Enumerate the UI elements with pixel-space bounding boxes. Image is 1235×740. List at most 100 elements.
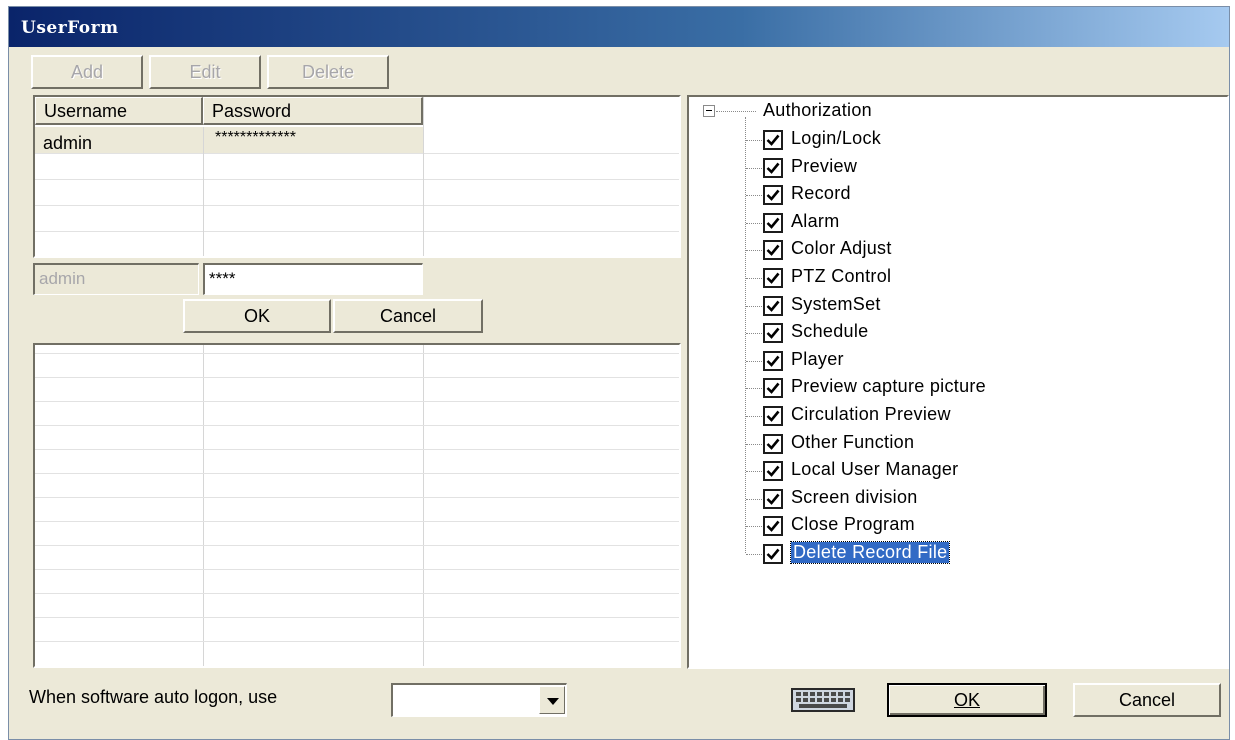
tree-item[interactable]: Alarm — [689, 210, 1209, 236]
tree-collapse-icon[interactable] — [703, 105, 715, 117]
username-cell: admin — [43, 133, 93, 153]
permission-checkbox[interactable] — [763, 489, 783, 509]
tree-item-connector — [746, 333, 762, 334]
tree-root-label[interactable]: Authorization — [763, 100, 872, 121]
tree-item-connector — [746, 471, 762, 472]
tree-item[interactable]: SystemSet — [689, 293, 1209, 319]
permission-checkbox[interactable] — [763, 130, 783, 150]
checkmark-icon — [766, 327, 780, 339]
tree-item[interactable]: Color Adjust — [689, 237, 1209, 263]
row-divider — [35, 593, 679, 594]
tree-item[interactable]: PTZ Control — [689, 265, 1209, 291]
column-divider — [203, 127, 204, 256]
tree-item[interactable]: Delete Record File — [689, 541, 1209, 567]
delete-button[interactable]: Delete — [267, 55, 389, 89]
permission-checkbox[interactable] — [763, 378, 783, 398]
dialog-cancel-button[interactable]: Cancel — [1073, 683, 1221, 717]
add-button[interactable]: Add — [31, 55, 143, 89]
permission-label: Close Program — [791, 514, 915, 534]
permission-label: Local User Manager — [791, 459, 959, 479]
permission-label: Alarm — [791, 211, 840, 231]
window-title: UserForm — [21, 18, 119, 38]
row-divider — [35, 425, 679, 426]
permission-checkbox[interactable] — [763, 406, 783, 426]
permission-checkbox[interactable] — [763, 323, 783, 343]
checkmark-icon — [766, 438, 780, 450]
permission-label: Login/Lock — [791, 128, 882, 148]
permission-label: Schedule — [791, 321, 869, 341]
column-header-password[interactable]: Password — [203, 97, 423, 125]
tree-item-connector — [746, 526, 762, 527]
row-divider — [35, 521, 679, 522]
title-bar[interactable]: UserForm — [9, 7, 1229, 47]
permission-label: Preview — [791, 156, 858, 176]
users-table[interactable]: Username Password admin ************* — [33, 95, 681, 258]
cancel-label: Cancel — [1118, 690, 1176, 710]
permission-label: Circulation Preview — [791, 404, 951, 424]
tree-item[interactable]: Player — [689, 348, 1209, 374]
checkmark-icon — [766, 493, 780, 505]
tree-item[interactable]: Preview — [689, 155, 1209, 181]
row-divider — [35, 231, 679, 232]
column-header-username[interactable]: Username — [35, 97, 203, 125]
autologon-label: When software auto logon, use — [29, 687, 278, 707]
permission-checkbox[interactable] — [763, 351, 783, 371]
tree-item[interactable]: Preview capture picture — [689, 375, 1209, 401]
checkmark-icon — [766, 548, 780, 560]
userform-window: UserForm Add Edit Delete Username Passwo… — [8, 6, 1230, 740]
permission-checkbox[interactable] — [763, 158, 783, 178]
permission-checkbox[interactable] — [763, 240, 783, 260]
tree-item[interactable]: Screen division — [689, 486, 1209, 512]
tree-item-connector — [746, 444, 762, 445]
edit-ok-button[interactable]: OK — [183, 299, 331, 333]
password-edit-field[interactable]: **** — [203, 263, 423, 295]
row-divider — [35, 179, 679, 180]
permission-checkbox[interactable] — [763, 516, 783, 536]
checkmark-icon — [766, 410, 780, 422]
row-divider — [35, 401, 679, 402]
minus-glyph — [706, 110, 712, 111]
tree-item[interactable]: Schedule — [689, 320, 1209, 346]
tree-item-connector — [746, 361, 762, 362]
checkmark-icon — [766, 465, 780, 477]
permission-checkbox[interactable] — [763, 544, 783, 564]
chevron-down-icon[interactable] — [539, 686, 565, 714]
username-edit-field[interactable]: admin — [33, 263, 199, 295]
permission-checkbox[interactable] — [763, 213, 783, 233]
permission-checkbox[interactable] — [763, 434, 783, 454]
autologon-user-select[interactable] — [391, 683, 567, 717]
checkmark-icon — [766, 189, 780, 201]
permission-label: Record — [791, 183, 851, 203]
authorization-tree[interactable]: Authorization Login/Lock Preview Record Ala… — [687, 95, 1229, 669]
ok-accesskey-label: OK — [953, 690, 980, 710]
tree-item-connector — [746, 250, 762, 251]
permission-label: Delete Record File — [789, 541, 951, 564]
checkmark-icon — [766, 300, 780, 312]
checkmark-icon — [766, 355, 780, 367]
permission-checkbox[interactable] — [763, 296, 783, 316]
edit-button[interactable]: Edit — [149, 55, 261, 89]
tree-item[interactable]: Circulation Preview — [689, 403, 1209, 429]
permission-label: Player — [791, 349, 844, 369]
user-row-admin[interactable]: admin — [43, 133, 92, 154]
tree-item[interactable]: Record — [689, 182, 1209, 208]
tree-item[interactable]: Other Function — [689, 431, 1209, 457]
keyboard-button[interactable] — [791, 683, 855, 717]
permission-label: PTZ Control — [791, 266, 892, 286]
edit-cancel-button[interactable]: Cancel — [333, 299, 483, 333]
permission-checkbox[interactable] — [763, 461, 783, 481]
row-divider — [35, 377, 679, 378]
row-divider — [35, 353, 679, 354]
checkmark-icon — [766, 272, 780, 284]
tree-item[interactable]: Local User Manager — [689, 458, 1209, 484]
dialog-ok-button[interactable]: OK — [887, 683, 1047, 717]
checkmark-icon — [766, 134, 780, 146]
tree-item[interactable]: Login/Lock — [689, 127, 1209, 153]
tree-item-connector — [746, 306, 762, 307]
permissions-grid[interactable] — [33, 343, 681, 668]
tree-item-connector — [746, 223, 762, 224]
tree-item[interactable]: Close Program — [689, 513, 1209, 539]
permission-checkbox[interactable] — [763, 268, 783, 288]
checkmark-icon — [766, 520, 780, 532]
permission-checkbox[interactable] — [763, 185, 783, 205]
